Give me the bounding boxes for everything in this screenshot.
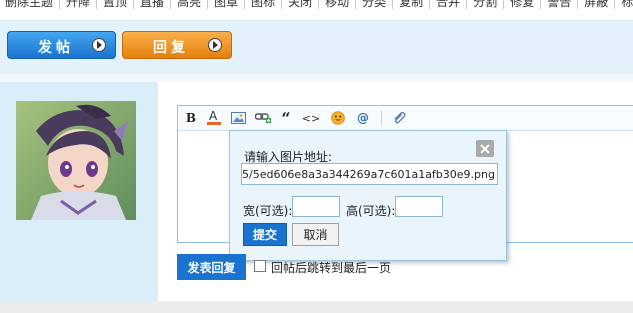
new-post-label: 发帖 xyxy=(38,40,74,56)
reply-label: 回复 xyxy=(153,40,189,56)
action-bar: 发帖 回复 xyxy=(0,21,633,74)
arrow-right-icon xyxy=(92,38,106,52)
mod-tag[interactable]: 标 xyxy=(615,0,633,9)
mod-icon[interactable]: 图标 xyxy=(245,0,283,9)
quote-button[interactable]: “ xyxy=(277,109,295,128)
divider xyxy=(0,74,633,82)
bold-button[interactable]: B xyxy=(182,110,200,126)
submit-button[interactable]: 提交 xyxy=(243,223,287,246)
height-input[interactable] xyxy=(395,196,443,217)
mod-raise-lower[interactable]: 升降 xyxy=(60,0,98,9)
mod-stamp[interactable]: 图章 xyxy=(208,0,246,9)
jump-to-last-page-checkbox[interactable] xyxy=(254,260,266,272)
image-url-input[interactable]: 1/5/5ed606e8a3a344269a7c601a1afb30e9.png xyxy=(241,163,498,185)
editor-toolbar: B A “ <> @ xyxy=(178,106,633,131)
insert-image-dialog: 请输入图片地址: 1/5/5ed606e8a3a344269a7c601a1af… xyxy=(229,130,507,261)
font-color-button[interactable]: A xyxy=(205,109,223,126)
image-icon[interactable] xyxy=(229,110,247,126)
attachment-icon[interactable] xyxy=(390,110,408,126)
footer-divider xyxy=(0,301,633,313)
font-color-icon: A xyxy=(209,109,218,123)
jump-to-last-page-label: 回帖后跳转到最后一页 xyxy=(271,261,392,275)
mod-warn[interactable]: 警告 xyxy=(541,0,579,9)
mod-block[interactable]: 屏蔽 xyxy=(578,0,616,9)
mod-split[interactable]: 分割 xyxy=(467,0,505,9)
cancel-button[interactable]: 取消 xyxy=(292,223,339,246)
moderation-toolbar: 删除主题 升降 置顶 直播 高亮 图章 图标 关闭 移动 分类 复制 合并 分割 修复 警告 屏蔽标 xyxy=(0,0,633,21)
new-post-button[interactable]: 发帖 xyxy=(7,31,116,59)
mod-live[interactable]: 直播 xyxy=(134,0,172,9)
mod-repair[interactable]: 修复 xyxy=(504,0,542,9)
avatar[interactable] xyxy=(16,101,136,220)
width-label: 宽(可选): xyxy=(243,204,293,218)
height-label: 高(可选): xyxy=(346,204,396,218)
mention-button[interactable]: @ xyxy=(354,110,372,126)
close-icon[interactable] xyxy=(476,140,494,157)
link-icon[interactable] xyxy=(254,110,272,126)
mod-copy[interactable]: 复制 xyxy=(393,0,431,9)
post-reply-button[interactable]: 发表回复 xyxy=(177,254,246,280)
width-input[interactable] xyxy=(292,196,340,217)
reply-button[interactable]: 回复 xyxy=(122,31,232,59)
image-url-value: 1/5/5ed606e8a3a344269a7c601a1afb30e9.png xyxy=(241,168,495,181)
mod-delete-thread[interactable]: 删除主题 xyxy=(0,0,61,9)
mod-pin[interactable]: 置顶 xyxy=(97,0,135,9)
code-button[interactable]: <> xyxy=(302,110,320,126)
mod-close[interactable]: 关闭 xyxy=(282,0,320,9)
mod-merge[interactable]: 合并 xyxy=(430,0,468,9)
mod-highlight[interactable]: 高亮 xyxy=(171,0,209,9)
arrow-right-icon xyxy=(208,38,222,52)
toolbar-separator xyxy=(381,111,382,125)
mod-move[interactable]: 移动 xyxy=(319,0,357,9)
mod-category[interactable]: 分类 xyxy=(356,0,394,9)
emoji-icon[interactable] xyxy=(329,110,347,126)
